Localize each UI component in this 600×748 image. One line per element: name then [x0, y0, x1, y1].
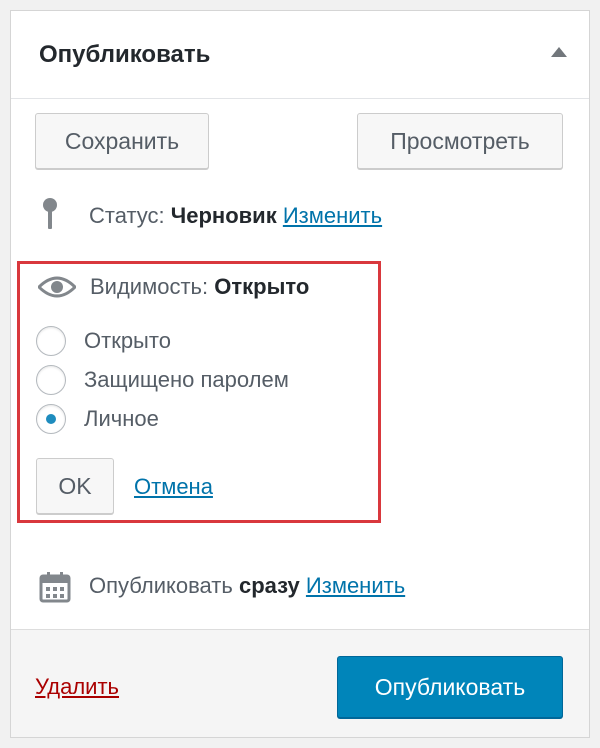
visibility-cancel-link[interactable]: Отмена	[134, 474, 213, 500]
visibility-section: Видимость: Открыто Открыто Защищено паро…	[17, 261, 381, 523]
eye-icon	[38, 276, 76, 298]
schedule-label: Опубликовать	[89, 573, 233, 598]
collapse-toggle-icon[interactable]	[551, 47, 567, 57]
schedule-row: Опубликовать сразу Изменить	[89, 573, 405, 599]
schedule-value: сразу	[238, 573, 300, 598]
status-row: Статус: Черновик Изменить	[89, 203, 382, 229]
pin-icon	[43, 198, 57, 229]
radio-private-label[interactable]: Личное	[84, 404, 159, 434]
save-draft-button[interactable]: Сохранить	[35, 113, 209, 169]
publish-metabox: Опубликовать Сохранить Просмотреть Стату…	[10, 10, 590, 738]
visibility-value: Открыто	[214, 274, 310, 299]
visibility-ok-button[interactable]: OK	[36, 458, 114, 514]
schedule-edit-link[interactable]: Изменить	[306, 573, 405, 598]
status-label: Статус:	[89, 203, 165, 228]
metabox-title: Опубликовать	[39, 41, 211, 68]
status-value: Черновик	[170, 203, 277, 228]
metabox-footer: Удалить Опубликовать	[11, 629, 589, 737]
radio-password[interactable]	[36, 365, 66, 395]
preview-button[interactable]: Просмотреть	[357, 113, 563, 169]
radio-public[interactable]	[36, 326, 66, 356]
radio-private[interactable]	[36, 404, 66, 434]
metabox-header: Опубликовать	[11, 11, 589, 99]
calendar-icon	[39, 572, 71, 603]
visibility-label-text: Видимость:	[90, 274, 209, 299]
delete-link[interactable]: Удалить	[35, 674, 119, 700]
publish-button[interactable]: Опубликовать	[337, 656, 563, 718]
visibility-label: Видимость: Открыто	[90, 274, 309, 300]
radio-password-label[interactable]: Защищено паролем	[84, 365, 289, 395]
radio-public-label[interactable]: Открыто	[84, 326, 171, 356]
status-edit-link[interactable]: Изменить	[283, 203, 382, 228]
